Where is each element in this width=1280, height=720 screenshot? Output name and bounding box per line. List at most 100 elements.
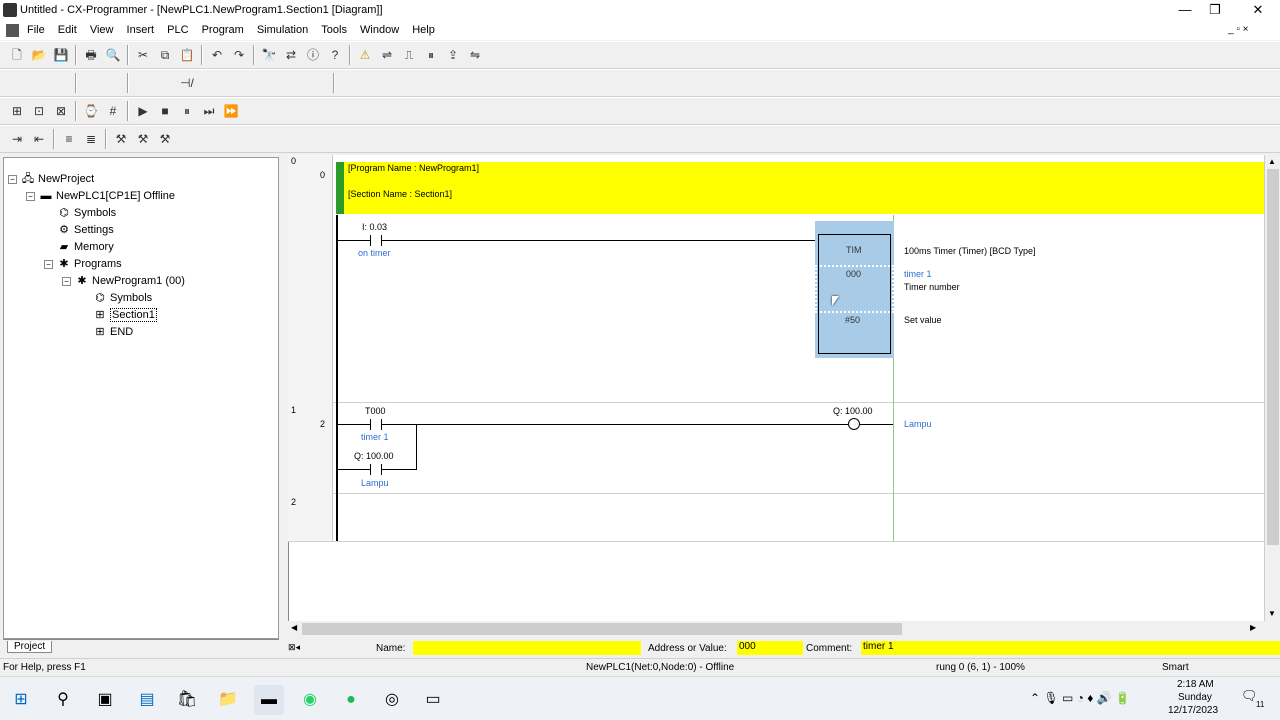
online-icon[interactable]: ⇌ [376, 44, 398, 66]
mdi-controls[interactable]: _ ▫ × [1228, 24, 1249, 35]
timer-comment: timer 1 [904, 269, 932, 279]
stop-icon[interactable]: ⏸ [420, 44, 442, 66]
scroll-up-icon[interactable]: ▲ [1268, 157, 1276, 166]
tree-node-project[interactable]: 🖧 NewProject [20, 171, 94, 187]
comment-field[interactable]: timer 1 [861, 641, 1280, 655]
new-icon[interactable]: 🗋 [6, 44, 28, 66]
program-header[interactable]: [Program Name : NewProgram1] [Section Na… [336, 162, 1264, 214]
list2-icon[interactable]: ≣ [80, 128, 102, 150]
indent-icon[interactable]: ⇥ [6, 128, 28, 150]
monitor-icon[interactable]: ⎍ [398, 44, 420, 66]
close-button[interactable]: ✕ [1238, 0, 1278, 21]
warning-icon[interactable]: ⚠ [354, 44, 376, 66]
menu-program[interactable]: Program [197, 21, 249, 40]
contact-no[interactable] [370, 235, 382, 246]
tree-node-end[interactable]: ⊞ END [92, 324, 133, 340]
help-icon[interactable]: ? [324, 44, 346, 66]
undo-icon[interactable]: ↶ [206, 44, 228, 66]
menu-simulation[interactable]: Simulation [252, 21, 313, 40]
name-field[interactable] [413, 641, 641, 655]
collapse-toggle[interactable]: − [62, 277, 71, 286]
scroll-thumb[interactable] [1267, 169, 1279, 545]
menu-edit[interactable]: Edit [53, 21, 82, 40]
menu-insert[interactable]: Insert [122, 21, 160, 40]
copy-icon[interactable]: ⧉ [154, 44, 176, 66]
scroll-left-icon[interactable]: ◀ [291, 623, 297, 632]
redo-icon[interactable]: ↷ [228, 44, 250, 66]
scroll-right-icon[interactable]: ▶ [1250, 623, 1256, 632]
contact-no[interactable] [370, 419, 382, 430]
cut-icon[interactable]: ✂ [132, 44, 154, 66]
chrome-icon[interactable]: ◎ [377, 685, 407, 715]
tree-node-symbols[interactable]: ⌬ Symbols [56, 205, 116, 221]
compare-icon[interactable]: ⇋ [464, 44, 486, 66]
menu-window[interactable]: Window [355, 21, 404, 40]
paste-icon[interactable]: 📋 [176, 44, 198, 66]
symbols-icon[interactable]: ⊠ [50, 100, 72, 122]
collapse-toggle[interactable]: − [26, 192, 35, 201]
store-icon[interactable]: 🛍 [172, 685, 202, 715]
list-icon[interactable]: ≡ [58, 128, 80, 150]
output-coil[interactable] [848, 418, 860, 430]
system-tray[interactable]: ⌃ 🎙 ▭ ◔ ♦ 🔊 🔋 [1030, 691, 1130, 705]
info-icon[interactable]: ⓘ [302, 44, 324, 66]
nav-icon[interactable]: ⊠◂ [288, 642, 300, 653]
scroll-down-icon[interactable]: ▼ [1268, 609, 1276, 618]
menu-view[interactable]: View [85, 21, 119, 40]
step-icon[interactable]: ⏭ [198, 100, 220, 122]
task-view-icon[interactable]: ▣ [90, 685, 120, 715]
tool2-icon[interactable]: ⚒ [132, 128, 154, 150]
search-icon[interactable]: ⚲ [48, 685, 78, 715]
tool3-icon[interactable]: ⚒ [154, 128, 176, 150]
menu-tools[interactable]: Tools [316, 21, 352, 40]
start-icon[interactable]: ⊞ [6, 685, 36, 715]
preview-icon[interactable]: 🔍 [102, 44, 124, 66]
sim-pause-icon[interactable]: ⏸ [176, 100, 198, 122]
horizontal-scrollbar[interactable]: ◀ ▶ [288, 621, 1264, 637]
tree-node-programs[interactable]: ✱ Programs [56, 256, 121, 272]
scroll-thumb[interactable] [302, 623, 902, 635]
symbols-icon: ⌬ [95, 292, 105, 304]
tree-node-program-symbols[interactable]: ⌬ Symbols [92, 290, 152, 306]
find-icon[interactable]: 🔭 [258, 44, 280, 66]
menu-file[interactable]: File [22, 21, 50, 40]
contact-nc-icon[interactable]: ⊣/⊢ [176, 72, 198, 112]
vertical-scrollbar[interactable]: ▲ ▼ [1264, 155, 1280, 621]
replace-icon[interactable]: ⇄ [280, 44, 302, 66]
timer-block[interactable]: TIM 000 #50 [815, 234, 894, 354]
tree-node-plc[interactable]: ▬ NewPLC1[CP1E] Offline [38, 188, 176, 204]
menu-plc[interactable]: PLC [162, 21, 193, 40]
title-bar: Untitled - CX-Programmer - [NewPLC1.NewP… [0, 0, 1280, 21]
file-explorer-icon[interactable]: 📁 [213, 685, 243, 715]
sim-stop-icon[interactable]: ■ [154, 100, 176, 122]
tab-project[interactable]: Project [7, 641, 53, 653]
fast-icon[interactable]: ⏩ [220, 100, 242, 122]
ladder-diagram[interactable] [288, 155, 1265, 621]
collapse-toggle[interactable]: − [8, 175, 17, 184]
contact-no[interactable] [370, 464, 382, 475]
sim-start-icon[interactable]: ▶ [132, 100, 154, 122]
save-icon[interactable]: 💾 [50, 44, 72, 66]
widgets-icon[interactable]: ▤ [132, 685, 162, 715]
tree-node-settings[interactable]: ⚙ Settings [56, 222, 114, 238]
tree-node-section1[interactable]: ⊞ Section1 [92, 307, 157, 323]
ladder-icon[interactable]: ⊞ [6, 100, 28, 122]
address-field[interactable]: 000 [737, 641, 803, 655]
cx-programmer-icon[interactable]: ▬ [254, 685, 284, 715]
mnemonic-icon[interactable]: ⊡ [28, 100, 50, 122]
tree-node-memory[interactable]: ▰ Memory [56, 239, 114, 255]
address-icon[interactable]: # [102, 100, 124, 122]
menu-help[interactable]: Help [407, 21, 440, 40]
tool1-icon[interactable]: ⚒ [110, 128, 132, 150]
restore-button[interactable]: ❐ [1195, 0, 1235, 21]
transfer-icon[interactable]: ⇪ [442, 44, 464, 66]
tree-node-program[interactable]: ✱ NewProgram1 (00) [74, 273, 185, 289]
whatsapp-icon[interactable]: ◉ [295, 685, 325, 715]
outdent-icon[interactable]: ⇤ [28, 128, 50, 150]
collapse-toggle[interactable]: − [44, 260, 53, 269]
print-icon[interactable]: 🖶 [80, 44, 102, 66]
app-icon[interactable]: ▭ [418, 685, 448, 715]
watch-icon[interactable]: ⌚ [80, 100, 102, 122]
open-icon[interactable]: 📂 [28, 44, 50, 66]
spotify-icon[interactable]: ● [336, 685, 366, 715]
